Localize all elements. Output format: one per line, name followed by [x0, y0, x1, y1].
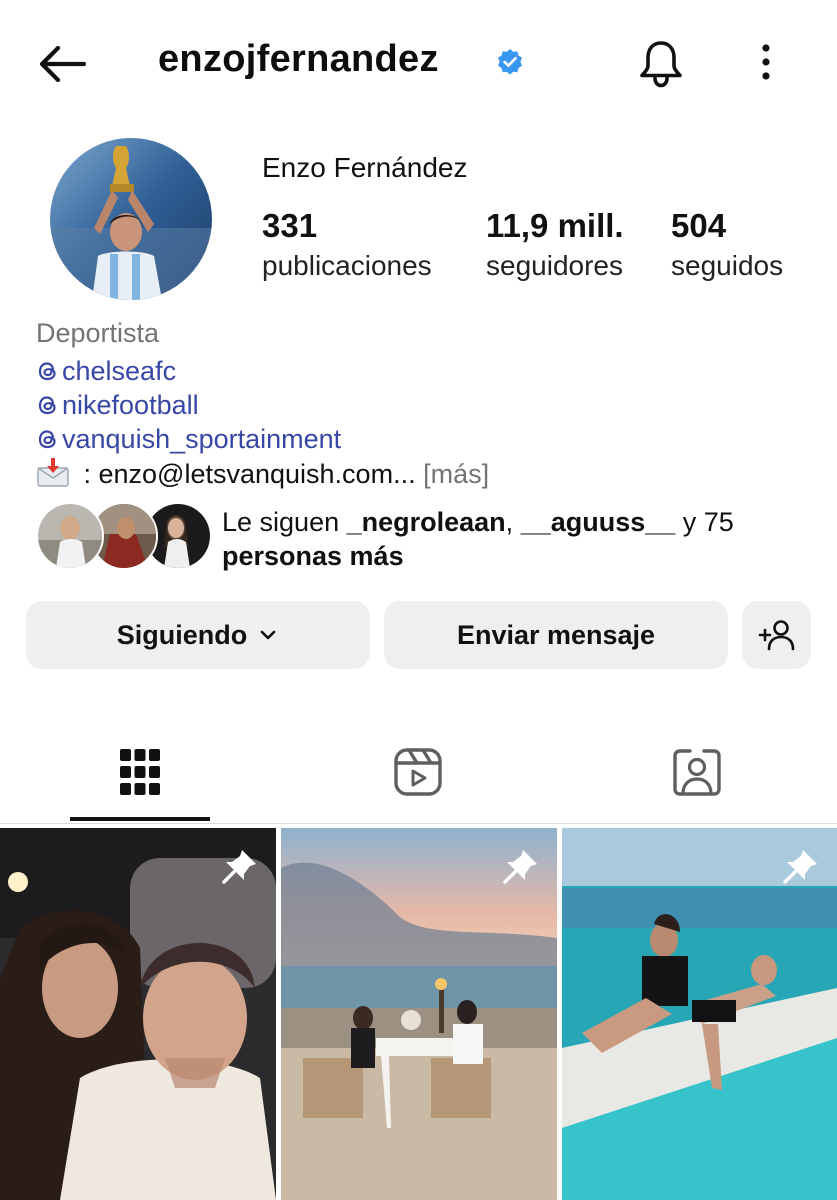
bio-link-text: chelseafc [62, 356, 177, 386]
following-dropdown-button[interactable]: Siguiendo [26, 601, 370, 669]
posts-count: 331 [262, 207, 318, 244]
mutual-separator: , [505, 507, 521, 537]
tab-divider [0, 823, 837, 824]
posts-label: publicaciones [262, 250, 432, 281]
bio-email-line: : enzo@letsvanquish.com... [más] [36, 456, 489, 490]
tab-reels[interactable] [348, 740, 488, 804]
mutual-followers-text[interactable]: Le siguen _negroleaan, __aguuss__ y 75 p… [222, 505, 812, 573]
add-person-icon [758, 620, 794, 651]
more-options-icon[interactable] [754, 42, 778, 82]
bio-more-link[interactable]: [más] [423, 459, 489, 489]
send-message-button[interactable]: Enviar mensaje [384, 601, 728, 669]
followers-count: 11,9 mill. [486, 207, 624, 244]
send-message-label: Enviar mensaje [456, 619, 656, 650]
mutual-user-2: __aguuss__ [520, 507, 676, 537]
profile-category: Deportista [36, 318, 160, 348]
suggested-people-button[interactable] [742, 601, 811, 669]
post-tile-3[interactable] [562, 828, 837, 1200]
inbox-tray-icon [37, 458, 69, 487]
pin-icon [783, 850, 817, 884]
bell-icon[interactable] [636, 38, 686, 88]
threads-icon [38, 362, 56, 381]
mutual-tail: personas más [222, 541, 404, 571]
pin-icon [222, 850, 256, 884]
threads-icon [38, 430, 56, 449]
post-tile-2[interactable] [281, 828, 557, 1200]
profile-avatar[interactable] [50, 138, 212, 300]
bio-email-text: : enzo@letsvanquish.com... [76, 459, 416, 489]
threads-icon [38, 396, 56, 415]
bio-link-vanquish[interactable]: vanquish_sportainment [36, 424, 341, 455]
mutual-avatar [36, 502, 104, 570]
tab-posts-grid[interactable] [70, 740, 210, 804]
profile-username: enzojfernandez [158, 38, 439, 80]
followers-label: seguidores [486, 250, 623, 281]
profile-full-name: Enzo Fernández [262, 152, 468, 183]
active-tab-indicator [70, 817, 210, 821]
following-button-label: Siguiendo [116, 619, 248, 650]
verified-badge-icon [498, 49, 522, 75]
following-label: seguidos [671, 250, 784, 281]
following-count: 504 [671, 207, 727, 244]
post-tile-1[interactable] [0, 828, 276, 1200]
bio-link-nikefootball[interactable]: nikefootball [36, 390, 199, 421]
mutual-user-1: _negroleaan [346, 507, 506, 537]
reels-icon [394, 748, 442, 796]
followers-stat[interactable]: 11,9 mill. seguidores [486, 206, 624, 286]
chevron-down-icon [260, 630, 276, 640]
pin-icon [503, 850, 537, 884]
mutual-suffix: y 75 [675, 507, 734, 537]
mutual-prefix: Le siguen [222, 507, 347, 537]
mutual-followers-avatars[interactable] [36, 502, 212, 570]
grid-icon [120, 749, 160, 795]
bio-link-text: vanquish_sportainment [62, 424, 342, 454]
bio-link-text: nikefootball [62, 390, 199, 420]
tagged-person-icon [673, 749, 721, 796]
bio-link-chelseafc[interactable]: chelseafc [36, 356, 176, 387]
back-arrow-icon[interactable] [36, 42, 88, 86]
following-stat[interactable]: 504 seguidos [671, 206, 783, 286]
posts-stat[interactable]: 331 publicaciones [262, 206, 432, 286]
tab-tagged[interactable] [627, 740, 767, 804]
